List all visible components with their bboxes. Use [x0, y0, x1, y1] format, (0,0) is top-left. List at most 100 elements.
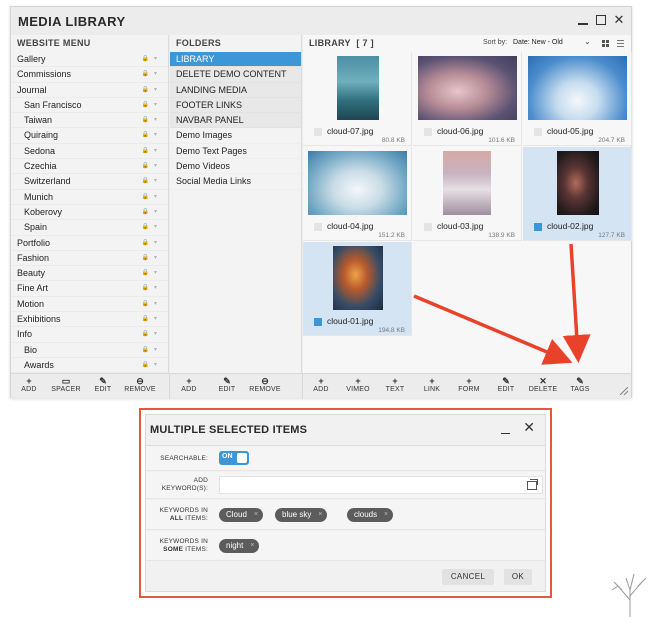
- media-tile[interactable]: cloud-01.jpg 194.8 KB: [303, 242, 412, 336]
- menu-item[interactable]: Sedona 🔒▾: [11, 143, 168, 160]
- remove-keyword-icon[interactable]: ×: [250, 539, 254, 553]
- thumbnail-image[interactable]: [528, 56, 627, 120]
- lock-visibility-icons[interactable]: 🔒▾: [142, 83, 162, 98]
- select-checkbox[interactable]: [534, 223, 542, 231]
- select-checkbox[interactable]: [314, 128, 322, 136]
- menu-item[interactable]: Quiraing 🔒▾: [11, 128, 168, 144]
- menu-item[interactable]: Koberovy 🔒▾: [11, 204, 168, 221]
- select-checkbox[interactable]: [534, 128, 542, 136]
- menu-item[interactable]: Gallery 🔒▾: [11, 52, 168, 68]
- lock-visibility-icons[interactable]: 🔒▾: [142, 220, 162, 235]
- folder-item[interactable]: Demo Videos: [170, 159, 301, 175]
- menu-item[interactable]: Switzerland 🔒▾: [11, 174, 168, 190]
- folder-item[interactable]: Demo Text Pages: [170, 143, 301, 160]
- folder-item[interactable]: FOOTER LINKS: [170, 97, 301, 114]
- select-checkbox[interactable]: [314, 318, 322, 326]
- select-checkbox[interactable]: [424, 128, 432, 136]
- grid-view-icon[interactable]: [602, 40, 609, 47]
- library-vimeo-button[interactable]: + VIMEO: [338, 376, 378, 393]
- minimize-icon[interactable]: [575, 12, 591, 28]
- searchable-toggle[interactable]: ON: [219, 451, 249, 465]
- library-delete-button[interactable]: ✕ DELETE: [523, 376, 563, 393]
- library-edit-button[interactable]: ✎ EDIT: [486, 376, 526, 393]
- menu-item[interactable]: Taiwan 🔒▾: [11, 113, 168, 129]
- ok-button[interactable]: OK: [504, 569, 532, 585]
- menu-item[interactable]: Bio 🔒▾: [11, 342, 168, 358]
- thumbnail-image[interactable]: [418, 56, 517, 120]
- folder-item[interactable]: NAVBAR PANEL: [170, 113, 301, 129]
- lock-visibility-icons[interactable]: 🔒▾: [142, 52, 162, 67]
- close-icon[interactable]: ✕: [611, 12, 627, 28]
- keyword-chip[interactable]: night ×: [219, 539, 260, 553]
- menu-item[interactable]: Info 🔒▾: [11, 327, 168, 343]
- lock-visibility-icons[interactable]: 🔒▾: [142, 281, 162, 296]
- menu-remove-button[interactable]: ⊖ REMOVE: [120, 376, 160, 393]
- lock-visibility-icons[interactable]: 🔒▾: [142, 343, 162, 358]
- cancel-button[interactable]: CANCEL: [442, 569, 494, 585]
- folder-add-button[interactable]: + ADD: [169, 376, 209, 393]
- lock-visibility-icons[interactable]: 🔒▾: [142, 327, 162, 342]
- menu-edit-button[interactable]: ✎ EDIT: [83, 376, 123, 393]
- menu-item[interactable]: Munich 🔒▾: [11, 189, 168, 205]
- thumbnail-image[interactable]: [308, 151, 407, 215]
- lock-visibility-icons[interactable]: 🔒▾: [142, 266, 162, 281]
- media-tile[interactable]: cloud-06.jpg 101.6 KB: [413, 52, 522, 146]
- lock-visibility-icons[interactable]: 🔒▾: [142, 190, 162, 205]
- thumbnail-image[interactable]: [443, 151, 491, 215]
- lock-visibility-icons[interactable]: 🔒▾: [142, 312, 162, 327]
- library-add-button[interactable]: + ADD: [301, 376, 341, 393]
- lock-visibility-icons[interactable]: 🔒▾: [142, 159, 162, 174]
- media-tile[interactable]: cloud-02.jpg 127.7 KB: [523, 147, 632, 241]
- lock-visibility-icons[interactable]: 🔒▾: [142, 67, 162, 82]
- close-icon[interactable]: ✕: [523, 419, 535, 436]
- media-tile[interactable]: cloud-04.jpg 151.2 KB: [303, 147, 412, 241]
- resize-grip-icon[interactable]: [620, 387, 628, 395]
- menu-item[interactable]: Portfolio 🔒▾: [11, 235, 168, 251]
- folder-item[interactable]: Social Media Links: [170, 174, 301, 190]
- remove-keyword-icon[interactable]: ×: [254, 508, 258, 522]
- thumbnail-image[interactable]: [557, 151, 599, 215]
- keyword-chip[interactable]: blue sky ×: [275, 508, 328, 522]
- menu-item[interactable]: Awards 🔒▾: [11, 357, 168, 374]
- menu-item[interactable]: Fine Art 🔒▾: [11, 281, 168, 297]
- lock-visibility-icons[interactable]: 🔒▾: [142, 144, 162, 159]
- keyword-picker-icon[interactable]: [527, 479, 538, 490]
- menu-item[interactable]: Exhibitions 🔒▾: [11, 312, 168, 328]
- menu-item[interactable]: Czechia 🔒▾: [11, 159, 168, 175]
- thumbnail-image[interactable]: [333, 246, 383, 310]
- menu-item[interactable]: Motion 🔒▾: [11, 296, 168, 313]
- library-tags-button[interactable]: ✎ TAGS: [560, 376, 600, 393]
- chevron-down-icon[interactable]: ⌄: [584, 37, 591, 46]
- lock-visibility-icons[interactable]: 🔒▾: [142, 128, 162, 143]
- lock-visibility-icons[interactable]: 🔒▾: [142, 236, 162, 251]
- menu-item[interactable]: Beauty 🔒▾: [11, 266, 168, 282]
- menu-item[interactable]: Commissions 🔒▾: [11, 67, 168, 83]
- remove-keyword-icon[interactable]: ×: [318, 508, 322, 522]
- remove-keyword-icon[interactable]: ×: [384, 508, 388, 522]
- media-tile[interactable]: cloud-07.jpg 80.8 KB: [303, 52, 412, 146]
- lock-visibility-icons[interactable]: 🔒▾: [142, 358, 162, 373]
- media-tile[interactable]: cloud-05.jpg 204.7 KB: [523, 52, 632, 146]
- media-tile[interactable]: cloud-03.jpg 138.9 KB: [413, 147, 522, 241]
- menu-item[interactable]: San Francisco 🔒▾: [11, 97, 168, 114]
- library-link-button[interactable]: + LINK: [412, 376, 452, 393]
- folder-item[interactable]: Demo Images: [170, 128, 301, 144]
- select-checkbox[interactable]: [314, 223, 322, 231]
- menu-item[interactable]: Fashion 🔒▾: [11, 250, 168, 267]
- keyword-chip[interactable]: Cloud ×: [219, 508, 263, 522]
- library-text-button[interactable]: + TEXT: [375, 376, 415, 393]
- lock-visibility-icons[interactable]: 🔒▾: [142, 98, 162, 113]
- folder-item[interactable]: LIBRARY: [170, 52, 301, 68]
- minimize-icon[interactable]: [501, 421, 513, 435]
- thumbnail-image[interactable]: [337, 56, 379, 120]
- menu-add-button[interactable]: + ADD: [9, 376, 49, 393]
- menu-item[interactable]: Spain 🔒▾: [11, 220, 168, 236]
- lock-visibility-icons[interactable]: 🔒▾: [142, 297, 162, 312]
- folder-item[interactable]: DELETE DEMO CONTENT: [170, 67, 301, 83]
- sort-select[interactable]: Date: New - Old: [513, 39, 563, 46]
- list-view-icon[interactable]: [617, 40, 624, 47]
- lock-visibility-icons[interactable]: 🔒▾: [142, 174, 162, 189]
- folder-remove-button[interactable]: ⊖ REMOVE: [245, 376, 285, 393]
- menu-item[interactable]: Journal 🔒▾: [11, 82, 168, 98]
- menu-spacer-button[interactable]: ▭ SPACER: [46, 376, 86, 393]
